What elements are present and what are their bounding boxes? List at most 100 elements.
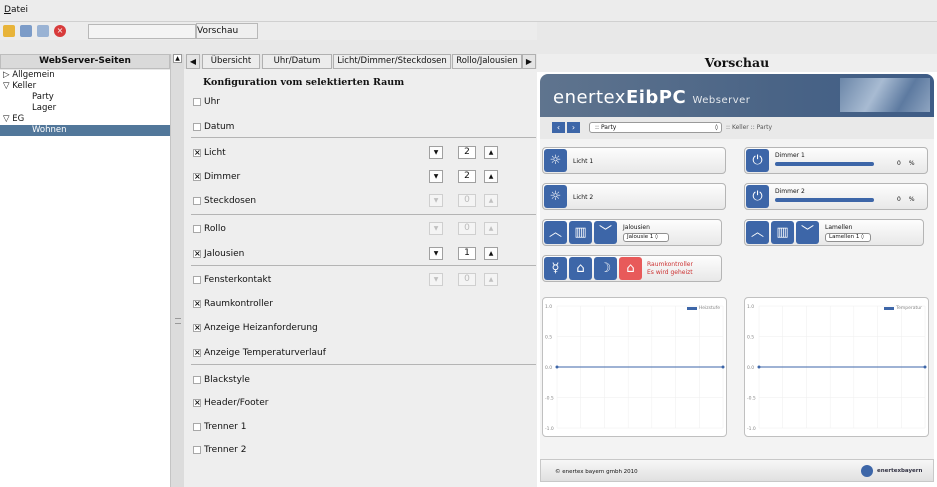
decrement-icon[interactable]: ▼	[429, 194, 443, 207]
tab-rollo-jalousien[interactable]: Rollo/Jalousien	[452, 54, 522, 69]
home-icon[interactable]: ⌂	[569, 257, 592, 280]
decrement-icon[interactable]: ▼	[429, 146, 443, 159]
count-field[interactable]: 1	[458, 247, 476, 260]
config-row: × Jalousien ▼ 1 ▲	[191, 247, 536, 261]
room-select[interactable]: :: Party ◊	[589, 122, 722, 133]
count-field[interactable]: 0	[458, 222, 476, 235]
close-icon[interactable]: ×	[54, 25, 66, 37]
bulb-icon[interactable]: ☼	[544, 149, 567, 172]
tree-item[interactable]: ▷ Allgemein	[0, 70, 170, 81]
toolbar: × Vorschau	[0, 22, 537, 40]
tab-scroll-left-icon[interactable]: ◀	[186, 54, 200, 69]
dimmer1-value: 0	[897, 160, 901, 167]
config-checkbox[interactable]: ×	[193, 349, 201, 357]
tree-item[interactable]: ▽ Keller	[0, 81, 170, 92]
lamellen-stop-icon[interactable]: ▥	[771, 221, 794, 244]
save-icon[interactable]	[20, 25, 32, 37]
config-checkbox[interactable]	[193, 225, 201, 233]
moon-icon[interactable]: ☽	[594, 257, 617, 280]
config-checkbox[interactable]: ×	[193, 300, 201, 308]
count-field[interactable]: 0	[458, 273, 476, 286]
tab-uebersicht[interactable]: Übersicht	[202, 54, 260, 69]
increment-icon[interactable]: ▲	[484, 273, 498, 286]
dimmer1-unit: %	[908, 160, 915, 167]
tab-uhr-datum[interactable]: Uhr/Datum	[262, 54, 332, 69]
config-checkbox[interactable]	[193, 446, 201, 454]
tab-scroll-right-icon[interactable]: ▶	[522, 54, 536, 69]
config-row: × Licht ▼ 2 ▲	[191, 146, 536, 160]
splitter[interactable]: ▲	[170, 54, 184, 487]
jalousie-stop-icon[interactable]: ▥	[569, 221, 592, 244]
config-checkbox[interactable]	[193, 123, 201, 131]
menubar: Datei	[0, 0, 937, 22]
room-path: :: Keller :: Party	[726, 124, 773, 131]
config-label: Uhr	[204, 97, 220, 107]
increment-icon[interactable]: ▲	[484, 247, 498, 260]
decrement-icon[interactable]: ▼	[429, 247, 443, 260]
config-checkbox[interactable]	[193, 376, 201, 384]
open-folder-icon[interactable]	[3, 25, 15, 37]
expanded-arrow-icon[interactable]: ▽	[3, 81, 12, 91]
tab-bar: ◀ Übersicht Uhr/Datum Licht/Dimmer/Steck…	[184, 54, 537, 69]
dimmer2-label: Dimmer 2	[775, 188, 805, 195]
data-point	[555, 365, 559, 369]
config-checkbox[interactable]	[193, 98, 201, 106]
tree-item[interactable]: Party	[0, 92, 170, 103]
jalousie-select[interactable]: Jalousie 1 ◊	[623, 233, 669, 242]
lamellen-down-icon[interactable]: ﹀	[796, 221, 819, 244]
scroll-up-icon[interactable]: ▲	[173, 54, 182, 63]
config-checkbox[interactable]	[193, 276, 201, 284]
decrement-icon[interactable]: ▼	[429, 170, 443, 183]
heating-house-icon[interactable]: ⌂	[619, 257, 642, 280]
count-field[interactable]: 0	[458, 194, 476, 207]
tree-item[interactable]: Wohnen	[0, 125, 170, 136]
new-page-icon[interactable]	[37, 25, 49, 37]
config-row: Trenner 1	[191, 420, 536, 434]
increment-icon[interactable]: ▲	[484, 222, 498, 235]
config-checkbox[interactable]	[193, 197, 201, 205]
person-leaving-icon[interactable]: ☿	[544, 257, 567, 280]
licht2-label: Licht 2	[573, 194, 594, 201]
expanded-arrow-icon[interactable]: ▽	[3, 114, 12, 124]
count-field[interactable]: 2	[458, 170, 476, 183]
jalousie-up-icon[interactable]: ︿	[544, 221, 567, 244]
data-point	[923, 365, 927, 369]
increment-icon[interactable]: ▲	[484, 194, 498, 207]
tree-item[interactable]: Lager	[0, 103, 170, 114]
increment-icon[interactable]: ▲	[484, 146, 498, 159]
data-point	[757, 365, 761, 369]
menu-datei[interactable]: Datei	[4, 5, 28, 15]
webserver-nav: ‹ › :: Party ◊ :: Keller :: Party	[540, 117, 934, 139]
toolbar-field[interactable]	[88, 24, 196, 39]
decrement-icon[interactable]: ▼	[429, 222, 443, 235]
decrement-icon[interactable]: ▼	[429, 273, 443, 286]
vorschau-button[interactable]: Vorschau	[196, 23, 258, 39]
tree-item-label: Wohnen	[32, 125, 67, 135]
count-field[interactable]: 2	[458, 146, 476, 159]
power-icon[interactable]: ⏻	[746, 185, 769, 208]
config-checkbox[interactable]: ×	[193, 149, 201, 157]
config-label: Jalousien	[204, 249, 245, 259]
tab-licht-dimmer-steckdosen[interactable]: Licht/Dimmer/Steckdosen	[333, 54, 451, 69]
config-row: Fensterkontakt ▼ 0 ▲	[191, 273, 536, 287]
config-checkbox[interactable]: ×	[193, 173, 201, 181]
increment-icon[interactable]: ▲	[484, 170, 498, 183]
jalousie-down-icon[interactable]: ﹀	[594, 221, 617, 244]
lamellen-select[interactable]: Lamellen 1 ◊	[825, 233, 871, 242]
power-icon[interactable]: ⏻	[746, 149, 769, 172]
chart-temperatur: 1.0 0.5 0.0 -0.5 -1.0 Temperatur	[744, 297, 929, 437]
bulb-icon[interactable]: ☼	[544, 185, 567, 208]
dimmer2-slider[interactable]	[775, 198, 874, 202]
lamellen-up-icon[interactable]: ︿	[746, 221, 769, 244]
config-panel: Konfiguration vom selektierten Raum Uhr D…	[184, 69, 537, 487]
splitter-grip-icon[interactable]	[175, 318, 181, 324]
nav-forward-icon[interactable]: ›	[567, 122, 580, 133]
dimmer1-slider[interactable]	[775, 162, 874, 166]
tree-item[interactable]: ▽ EG	[0, 114, 170, 125]
config-checkbox[interactable]: ×	[193, 399, 201, 407]
config-checkbox[interactable]	[193, 423, 201, 431]
config-checkbox[interactable]: ×	[193, 250, 201, 258]
collapsed-arrow-icon[interactable]: ▷	[3, 70, 12, 80]
config-checkbox[interactable]: ×	[193, 324, 201, 332]
nav-back-icon[interactable]: ‹	[552, 122, 565, 133]
